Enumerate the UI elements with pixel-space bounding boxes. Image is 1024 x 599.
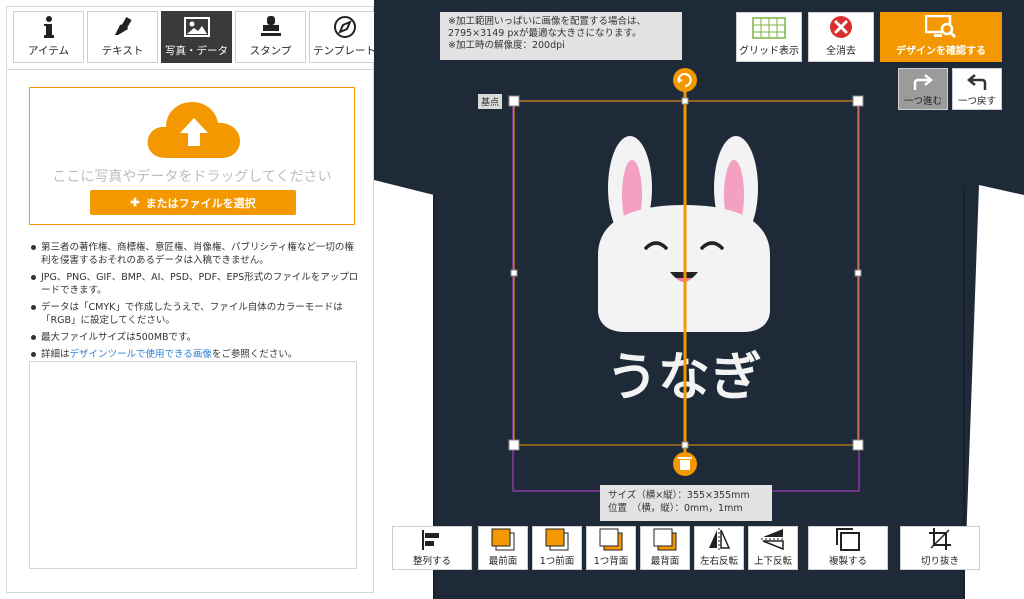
grid-toggle-button[interactable]: グリッド表示: [736, 12, 802, 62]
crop-button[interactable]: 切り抜き: [900, 526, 980, 570]
left-panel: アイテム テキスト 写真・データ スタンプ テンプレート ここに写真やデータをド…: [6, 6, 380, 593]
flip-vertical-label: 上下反転: [753, 556, 792, 567]
note-item: JPG、PNG、GIF、BMP、AI、PSD、PDF、EPS形式のファイルをアッ…: [31, 271, 361, 297]
plus-icon: ✚: [130, 197, 140, 209]
resize-handle: [508, 439, 520, 451]
tab-template[interactable]: テンプレート: [309, 11, 380, 63]
send-backward-icon: [599, 528, 623, 551]
size-line: サイズ（横×縦）：355×355mm: [608, 490, 750, 501]
flip-horizontal-icon: [709, 528, 731, 550]
cloud-upload-icon: [147, 102, 240, 158]
crop-label: 切り抜き: [920, 556, 959, 567]
tab-label: スタンプ: [249, 45, 292, 57]
monitor-search-icon: [925, 15, 957, 39]
send-to-back-button[interactable]: 最背面: [640, 526, 690, 570]
duplicate-icon: [836, 528, 860, 551]
upload-notes: 第三者の著作権、商標権、意匠権、肖像権、パブリシティ権など一切の権利を侵害するお…: [31, 241, 361, 365]
bring-forward-icon: [545, 528, 569, 551]
send-to-back-icon: [653, 528, 677, 551]
bring-forward-label: 1つ前面: [539, 556, 575, 567]
size-position-info: サイズ（横×縦）：355×355mm 位置 （横，縦）：0mm，1mm: [600, 485, 772, 521]
bring-to-front-button[interactable]: 最前面: [478, 526, 528, 570]
redo-label: 一つ進む: [903, 96, 942, 107]
upload-dropzone[interactable]: ここに写真やデータをドラッグしてください ✚ またはファイルを選択: [29, 87, 355, 225]
tab-photo-data[interactable]: 写真・データ: [161, 11, 232, 63]
pen-icon: [112, 13, 134, 41]
duplicate-label: 複製する: [828, 556, 867, 567]
image-icon: [183, 13, 210, 41]
redo-button[interactable]: 一つ進む: [898, 68, 948, 110]
resize-handle: [852, 95, 864, 107]
bring-forward-button[interactable]: 1つ前面: [532, 526, 582, 570]
info-line: ※加工範囲いっぱいに画像を配置する場合は、: [448, 16, 646, 27]
bring-to-front-icon: [491, 528, 515, 551]
flip-vertical-icon: [761, 529, 785, 551]
tab-item[interactable]: アイテム: [13, 11, 84, 63]
clear-all-button[interactable]: 全消去: [808, 12, 874, 62]
note-item: データは「CMYK」で作成したうえで、ファイル自体のカラーモードは「RGB」に設…: [31, 301, 361, 327]
send-to-back-label: 最背面: [650, 556, 680, 567]
grid-icon: [752, 17, 786, 39]
confirm-design-button[interactable]: デザインを確認する: [880, 12, 1002, 62]
align-left-icon: [422, 530, 439, 550]
resize-handle: [508, 95, 520, 107]
rotate-icon: [673, 68, 697, 92]
note-item: 詳細はデザインツールで使用できる画像をご参照ください。: [31, 348, 361, 361]
tab-stamp[interactable]: スタンプ: [235, 11, 306, 63]
align-label: 整列する: [412, 556, 451, 567]
redo-icon: [913, 74, 933, 90]
design-canvas[interactable]: うなぎ 基点 ※加工範囲いっぱいに画像を配置する場合は、 2795×3149 p…: [374, 0, 1024, 599]
undo-button[interactable]: 一つ戻す: [952, 68, 1002, 110]
usable-images-link[interactable]: デザインツールで使用できる画像: [70, 349, 212, 360]
print-info-box: ※加工範囲いっぱいに画像を配置する場合は、 2795×3149 pxが最適な大き…: [440, 12, 682, 60]
confirm-label: デザインを確認する: [896, 46, 986, 57]
clear-label: 全消去: [826, 46, 856, 57]
align-button[interactable]: 整列する: [392, 526, 472, 570]
duplicate-button[interactable]: 複製する: [808, 526, 888, 570]
tab-label: テンプレート: [313, 45, 376, 57]
tab-label: 写真・データ: [165, 45, 228, 57]
undo-icon: [967, 74, 987, 90]
note-item: 最大ファイルサイズは500MBです。: [31, 331, 361, 344]
tab-label: アイテム: [28, 45, 69, 57]
grid-label: グリッド表示: [739, 46, 799, 57]
info-line: ※加工時の解像度：200dpi: [448, 40, 565, 51]
position-line: 位置 （横，縦）：0mm，1mm: [608, 503, 743, 514]
note-prefix: 詳細は: [41, 349, 70, 360]
stamp-icon: [260, 13, 282, 41]
flip-horizontal-label: 左右反転: [699, 556, 738, 567]
select-file-label: またはファイルを選択: [145, 197, 256, 210]
resize-handle: [852, 439, 864, 451]
send-backward-label: 1つ背面: [593, 556, 629, 567]
tab-label: テキスト: [101, 45, 144, 57]
send-backward-button[interactable]: 1つ背面: [586, 526, 636, 570]
divider: [7, 69, 373, 70]
select-file-button[interactable]: ✚ またはファイルを選択: [90, 190, 296, 215]
base-point-label: 基点: [478, 94, 503, 109]
drop-instruction: ここに写真やデータをドラッグしてください: [52, 169, 332, 185]
info-line: 2795×3149 pxが最適な大きさになります。: [448, 28, 642, 39]
flip-vertical-button[interactable]: 上下反転: [748, 526, 798, 570]
close-circle-icon: [830, 16, 852, 38]
compass-icon: [333, 13, 357, 41]
trash-icon: [673, 452, 697, 476]
bring-to-front-label: 最前面: [488, 556, 518, 567]
tab-bar: アイテム テキスト 写真・データ スタンプ テンプレート: [13, 11, 380, 63]
note-item: 第三者の著作権、商標権、意匠権、肖像権、パブリシティ権など一切の権利を侵害するお…: [31, 241, 361, 267]
note-suffix: をご参照ください。: [211, 349, 298, 360]
flip-horizontal-button[interactable]: 左右反転: [694, 526, 744, 570]
info-icon: [42, 13, 56, 41]
uploaded-images-area: [29, 361, 357, 569]
tab-text[interactable]: テキスト: [87, 11, 158, 63]
undo-label: 一つ戻す: [957, 96, 996, 107]
crop-icon: [929, 528, 951, 550]
